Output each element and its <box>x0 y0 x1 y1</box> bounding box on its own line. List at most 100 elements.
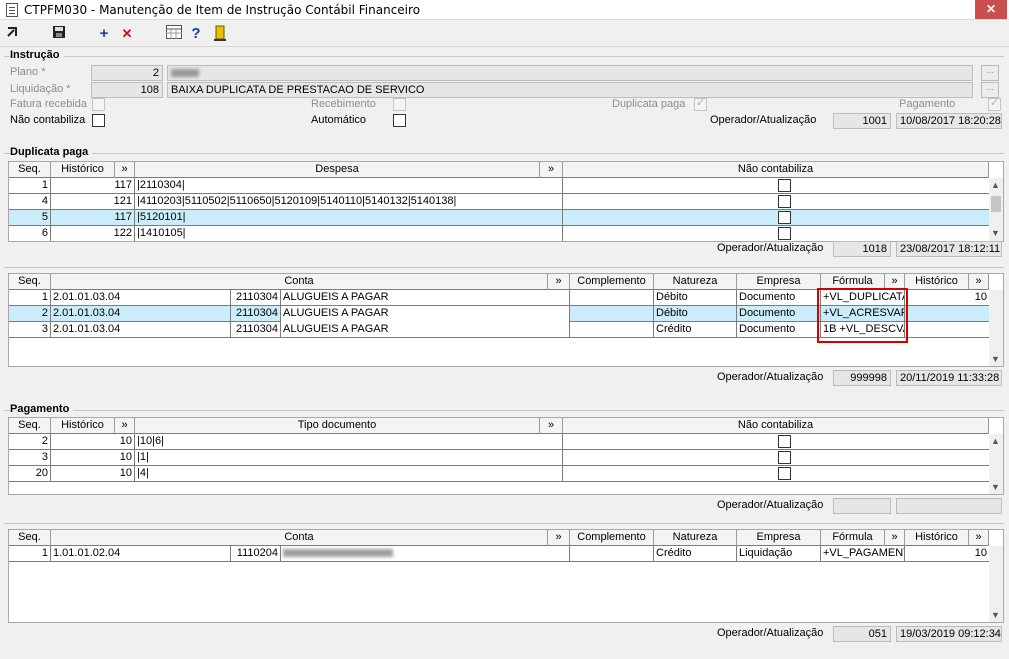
col-nao-contabiliza[interactable]: Não contabiliza <box>563 418 989 434</box>
scroll-down-icon[interactable]: ▼ <box>991 482 1000 492</box>
add-icon[interactable]: + <box>95 25 113 43</box>
col-seq[interactable]: Seq. <box>9 530 51 546</box>
vertical-scrollbar[interactable]: ▼ <box>989 290 1003 366</box>
cell-seq: 2 <box>9 306 51 322</box>
scroll-down-icon[interactable]: ▼ <box>991 610 1000 620</box>
recebimento-checkbox[interactable] <box>393 98 406 111</box>
table-row[interactable]: 3 10 |1| <box>9 450 989 466</box>
col-tipo-documento[interactable]: Tipo documento <box>135 418 540 434</box>
col-complemento[interactable]: Complemento <box>570 530 654 546</box>
plano-label: Plano * <box>10 66 46 78</box>
scroll-down-icon[interactable]: ▼ <box>991 354 1000 364</box>
col-formula[interactable]: Fórmula <box>821 530 885 546</box>
instrucao-atualizacao-field: 10/08/2017 18:20:28 <box>896 113 1002 129</box>
save-icon[interactable] <box>50 25 68 43</box>
cell-historico <box>905 306 989 322</box>
col-complemento[interactable]: Complemento <box>570 274 654 290</box>
exit-icon[interactable] <box>3 25 21 43</box>
nao-contabiliza-checkbox[interactable] <box>92 114 105 127</box>
cell-historico <box>905 322 989 338</box>
recebimento-label: Recebimento <box>311 98 376 110</box>
table-row[interactable]: 1 1.01.01.02.04 1110204 Crédito Liquidaç… <box>9 546 989 562</box>
col-nao-contabiliza[interactable]: Não contabiliza <box>563 162 989 178</box>
cell-nao-contabiliza <box>563 210 989 226</box>
col-historico[interactable]: Histórico <box>905 530 969 546</box>
expand-conta-button[interactable]: » <box>548 274 570 290</box>
cell-natureza: Débito <box>654 290 737 306</box>
col-historico[interactable]: Histórico <box>51 418 115 434</box>
col-natureza[interactable]: Natureza <box>654 530 737 546</box>
duplicata-paga-checkbox[interactable] <box>694 96 707 111</box>
cell-seq: 4 <box>9 194 51 210</box>
expand-historico-button[interactable]: » <box>115 162 135 178</box>
expand-formula-button[interactable]: » <box>885 530 905 546</box>
cell-empresa: Documento <box>737 306 821 322</box>
grid-header: Seq. Histórico » Despesa » Não contabili… <box>9 162 989 178</box>
row-checkbox[interactable] <box>778 211 791 224</box>
close-button[interactable]: ✕ <box>975 0 1007 19</box>
cell-formula: +VL_PAGAMENT <box>821 546 905 562</box>
plano-field[interactable]: 2 <box>91 65 163 81</box>
cell-despesa: |5120101| <box>135 210 563 226</box>
cell-nao-contabiliza <box>563 450 989 466</box>
row-checkbox[interactable] <box>778 451 791 464</box>
scroll-up-icon[interactable]: ▲ <box>991 436 1000 446</box>
duplicata-atualizacao-field: 23/08/2017 18:12:11 <box>896 241 1002 257</box>
automatico-checkbox[interactable] <box>393 114 406 127</box>
cell-empresa: Documento <box>737 322 821 338</box>
cell-descricao[interactable]: ALUGUEIS A PAGAR <box>281 306 570 322</box>
fatura-recebida-checkbox[interactable] <box>92 98 105 111</box>
table-row[interactable]: 2 10 |10|6| <box>9 434 989 450</box>
vertical-scrollbar[interactable]: ▼ <box>989 546 1003 622</box>
row-checkbox[interactable] <box>778 179 791 192</box>
instrucao-operador-label: Operador/Atualização <box>710 114 817 126</box>
expand-historico-button[interactable]: » <box>969 274 989 290</box>
scroll-down-icon[interactable]: ▼ <box>991 228 1000 238</box>
expand-despesa-button[interactable]: » <box>540 162 563 178</box>
expand-historico-button[interactable]: » <box>969 530 989 546</box>
expand-tipo-button[interactable]: » <box>540 418 563 434</box>
help-icon[interactable]: ? <box>187 25 205 43</box>
col-empresa[interactable]: Empresa <box>737 274 821 290</box>
cell-seq: 3 <box>9 450 51 466</box>
window-title: CTPFM030 - Manutenção de Item de Instruç… <box>24 3 421 17</box>
cell-descricao: ALUGUEIS A PAGAR <box>281 322 570 338</box>
delete-icon[interactable]: ✕ <box>118 25 136 43</box>
col-conta[interactable]: Conta <box>51 530 548 546</box>
descricao-redacted <box>283 549 393 557</box>
col-historico[interactable]: Histórico <box>905 274 969 290</box>
pagamento-checkbox[interactable] <box>988 96 1001 111</box>
vertical-scrollbar[interactable]: ▲ ▼ <box>989 178 1003 241</box>
calculator-icon[interactable] <box>165 25 183 43</box>
expand-conta-button[interactable]: » <box>548 530 570 546</box>
row-checkbox[interactable] <box>778 467 791 480</box>
cell-tipo-documento: |4| <box>135 466 563 482</box>
col-empresa[interactable]: Empresa <box>737 530 821 546</box>
row-checkbox[interactable] <box>778 195 791 208</box>
row-checkbox[interactable] <box>778 435 791 448</box>
scroll-thumb[interactable] <box>991 196 1001 212</box>
table-row[interactable]: 1 117 |2110304| <box>9 178 989 194</box>
cell-seq: 6 <box>9 226 51 241</box>
table-row-selected[interactable]: 5 117 |5120101| <box>9 210 989 226</box>
toolbar: + ✕ ? <box>0 21 1009 47</box>
table-row[interactable]: 4 121 |4110203|5110502|5110650|5120109|5… <box>9 194 989 210</box>
col-despesa[interactable]: Despesa <box>135 162 540 178</box>
table-row[interactable]: 20 10 |4| <box>9 466 989 482</box>
col-seq[interactable]: Seq. <box>9 162 51 178</box>
col-seq[interactable]: Seq. <box>9 274 51 290</box>
liquidacao-field[interactable]: 108 <box>91 82 163 98</box>
scroll-up-icon[interactable]: ▲ <box>991 180 1000 190</box>
expand-historico-button[interactable]: » <box>115 418 135 434</box>
vertical-scrollbar[interactable]: ▲ ▼ <box>989 434 1003 494</box>
col-historico[interactable]: Histórico <box>51 162 115 178</box>
col-seq[interactable]: Seq. <box>9 418 51 434</box>
table-row[interactable]: 6 122 |1410105| <box>9 226 989 241</box>
col-natureza[interactable]: Natureza <box>654 274 737 290</box>
row-checkbox[interactable] <box>778 227 791 240</box>
door-exit-icon[interactable] <box>211 25 229 43</box>
cell-conta: 2.01.01.03.04 <box>51 306 231 322</box>
plano-lookup-button[interactable]: ⋯ <box>981 65 999 81</box>
col-conta[interactable]: Conta <box>51 274 548 290</box>
pagamento-operador-field <box>833 498 891 514</box>
